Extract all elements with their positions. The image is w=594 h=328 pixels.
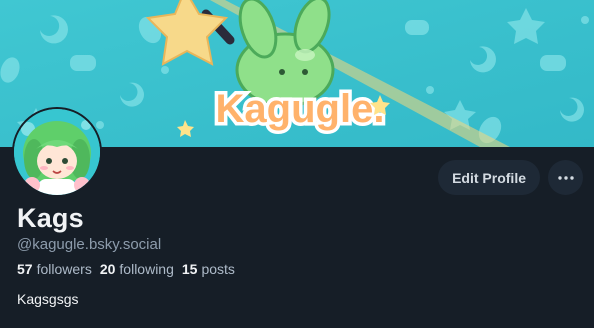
profile-stats: 57 followers 20 following 15 posts <box>17 261 235 277</box>
ellipsis-icon <box>557 175 574 180</box>
profile-handle: @kagugle.bsky.social <box>17 236 162 253</box>
profile-bio: Kagsgsgs <box>17 291 79 307</box>
followers-count: 57 <box>17 261 33 277</box>
more-options-button[interactable] <box>548 160 583 195</box>
following-count: 20 <box>99 261 116 277</box>
banner-logo-text: Kagugle. <box>216 87 385 131</box>
profile-actions: Edit Profile <box>438 160 583 195</box>
avatar[interactable] <box>12 107 102 197</box>
avatar-image <box>14 109 100 195</box>
posts-count: 15 <box>181 261 198 277</box>
display-name: Kags <box>17 203 84 233</box>
edit-profile-button[interactable]: Edit Profile <box>438 160 540 195</box>
following-stat[interactable]: 20 following <box>100 261 174 277</box>
followers-stat[interactable]: 57 followers <box>17 261 92 277</box>
posts-stat: 15 posts <box>182 261 235 277</box>
posts-label: posts <box>201 261 235 277</box>
following-label: following <box>119 261 174 277</box>
followers-label: followers <box>36 261 92 277</box>
